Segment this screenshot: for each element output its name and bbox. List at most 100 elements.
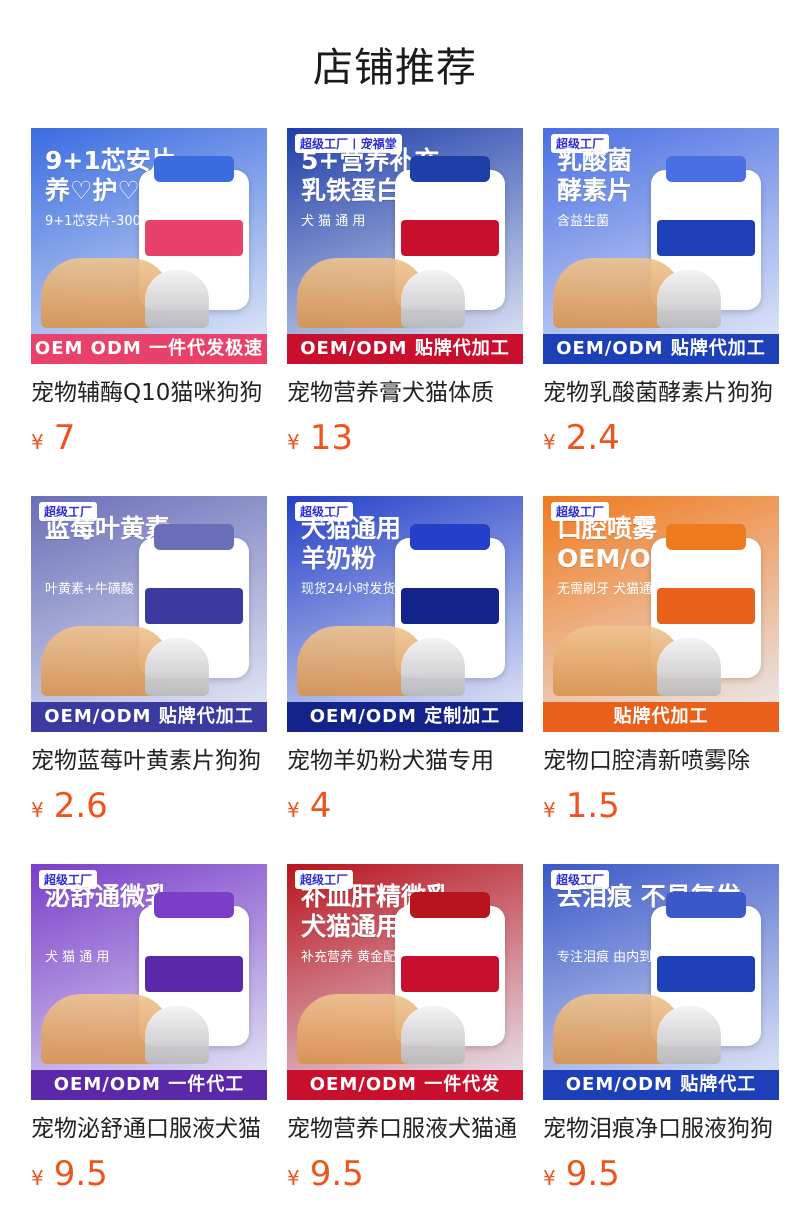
product-price: ¥9.5 [31,1154,267,1194]
product-image[interactable]: 超级工厂 口腔喷雾 OEM/ODM 无需刷牙 犬猫通用 贴牌代加工 [543,496,779,732]
currency-symbol: ¥ [287,798,300,822]
product-name[interactable]: 宠物营养口服液犬猫通 [287,1112,523,1146]
pets-illustration [297,994,465,1064]
bottle-label [401,220,499,256]
bottle-cap [154,156,234,182]
product-image[interactable]: 超级工厂 | 宠福堂 5+营养补充 乳铁蛋白营养膏 犬 猫 通 用 OEM/OD… [287,128,523,364]
product-name[interactable]: 宠物泪痕净口服液狗狗 [543,1112,779,1146]
product-card[interactable]: 超级工厂 口腔喷雾 OEM/ODM 无需刷牙 犬猫通用 贴牌代加工 宠物口腔清新… [543,496,779,831]
image-banner: OEM/ODM 一件代工 [31,1070,267,1100]
bottle-label [145,220,243,256]
image-banner: OEM/ODM 一件代发 [287,1070,523,1100]
currency-symbol: ¥ [543,798,556,822]
product-image[interactable]: 超级工厂 蓝莓叶黄素 叶黄素+牛磺酸 温和双重养护 OEM/ODM 贴牌代加工 [31,496,267,732]
page-title: 店铺推荐 [313,45,477,91]
image-banner: OEM/ODM 贴牌代加工 [31,702,267,732]
bottle-label [401,956,499,992]
bottle-cap [154,524,234,550]
bottle-cap [410,156,490,182]
product-name[interactable]: 宠物羊奶粉犬猫专用 [287,744,523,778]
currency-symbol: ¥ [31,1166,44,1190]
product-image[interactable]: 超级工厂 犬猫通用 羊奶粉 现货24小时发货 OEM/ODM 定制加工 [287,496,523,732]
image-subtext: 专注泪痕 由内到外 [557,950,666,965]
image-banner: OEM/ODM 贴牌代工 [543,1070,779,1100]
product-price: ¥13 [287,418,523,458]
product-price: ¥2.4 [543,418,779,458]
product-name[interactable]: 宠物泌舒通口服液犬猫 [31,1112,267,1146]
product-card[interactable]: 超级工厂 犬猫通用 羊奶粉 现货24小时发货 OEM/ODM 定制加工 宠物羊奶… [287,496,523,831]
image-banner: OEM/ODM 贴牌代加工 [287,334,523,364]
image-banner: OEM/ODM 贴牌代加工 [543,334,779,364]
product-name[interactable]: 宠物口腔清新喷雾除 [543,744,779,778]
pets-illustration [553,258,721,328]
currency-symbol: ¥ [543,430,556,454]
price-value: 9.5 [53,1154,108,1194]
bottle-label [657,588,755,624]
currency-symbol: ¥ [31,798,44,822]
image-banner: 贴牌代加工 [543,702,779,732]
bottle-label [145,956,243,992]
product-price: ¥1.5 [543,786,779,826]
image-subtext: 无需刷牙 犬猫通用 [557,582,666,597]
bottle-cap [666,156,746,182]
product-name[interactable]: 宠物辅酶Q10猫咪狗狗 [31,376,267,410]
product-card[interactable]: 超级工厂 蓝莓叶黄素 叶黄素+牛磺酸 温和双重养护 OEM/ODM 贴牌代加工 … [31,496,267,831]
pets-illustration [297,626,465,696]
bottle-cap [410,892,490,918]
product-card[interactable]: 超级工厂 泌舒通微乳 犬 猫 通 用 OEM/ODM 一件代工 宠物泌舒通口服液… [31,864,267,1199]
product-card[interactable]: 9+1芯安片 养♡护♡ 9+1芯安片-300片 OEM ODM 一件代发极速发货… [31,128,267,463]
product-name[interactable]: 宠物营养膏犬猫体质 [287,376,523,410]
product-price: ¥2.6 [31,786,267,826]
image-subtext: 9+1芯安片-300片 [45,214,154,229]
pets-illustration [553,994,721,1064]
product-card[interactable]: 超级工厂 乳酸菌 酵素片 含益生菌 OEM/ODM 贴牌代加工 宠物乳酸菌酵素片… [543,128,779,463]
product-card[interactable]: 超级工厂 | 宠福堂 5+营养补充 乳铁蛋白营养膏 犬 猫 通 用 OEM/OD… [287,128,523,463]
bottle-cap [410,524,490,550]
pets-illustration [41,258,209,328]
bottle-label [401,588,499,624]
product-name[interactable]: 宠物乳酸菌酵素片狗狗 [543,376,779,410]
product-price: ¥9.5 [543,1154,779,1194]
price-value: 2.4 [565,418,620,458]
image-subtext: 含益生菌 [557,214,610,229]
product-image[interactable]: 超级工厂 泌舒通微乳 犬 猫 通 用 OEM/ODM 一件代工 [31,864,267,1100]
product-grid: 9+1芯安片 养♡护♡ 9+1芯安片-300片 OEM ODM 一件代发极速发货… [31,128,779,1199]
product-card[interactable]: 超级工厂 补血肝精微乳 犬猫通用 补充营养 黄金配比 适口性佳 OEM/ODM … [287,864,523,1199]
product-name[interactable]: 宠物蓝莓叶黄素片狗狗 [31,744,267,778]
pets-illustration [41,994,209,1064]
bottle-label [657,220,755,256]
currency-symbol: ¥ [287,430,300,454]
product-price: ¥4 [287,786,523,826]
price-value: 9.5 [565,1154,620,1194]
product-card[interactable]: 超级工厂 去泪痕 不易复发 专注泪痕 由内到外 OEM/ODM 贴牌代工 宠物泪… [543,864,779,1199]
pets-illustration [297,258,465,328]
price-value: 4 [309,786,332,826]
image-subtext: 犬 猫 通 用 [301,214,366,229]
bottle-cap [154,892,234,918]
product-image[interactable]: 超级工厂 乳酸菌 酵素片 含益生菌 OEM/ODM 贴牌代加工 [543,128,779,364]
bottle-cap [666,892,746,918]
bottle-label [145,588,243,624]
price-value: 9.5 [309,1154,364,1194]
price-value: 13 [309,418,353,458]
image-headline: 乳酸菌 酵素片 [557,146,633,205]
price-value: 1.5 [565,786,620,826]
product-image[interactable]: 9+1芯安片 养♡护♡ 9+1芯安片-300片 OEM ODM 一件代发极速发货 [31,128,267,364]
currency-symbol: ¥ [287,1166,300,1190]
image-subtext: 犬 猫 通 用 [45,950,110,965]
currency-symbol: ¥ [31,430,44,454]
price-value: 7 [53,418,76,458]
image-subtext: 现货24小时发货 [301,582,396,597]
currency-symbol: ¥ [543,1166,556,1190]
product-image[interactable]: 超级工厂 补血肝精微乳 犬猫通用 补充营养 黄金配比 适口性佳 OEM/ODM … [287,864,523,1100]
pets-illustration [553,626,721,696]
image-banner: OEM/ODM 定制加工 [287,702,523,732]
image-headline: 犬猫通用 羊奶粉 [301,514,402,573]
product-price: ¥9.5 [287,1154,523,1194]
bottle-cap [666,524,746,550]
image-banner: OEM ODM 一件代发极速发货 [31,334,267,364]
product-price: ¥7 [31,418,267,458]
bottle-label [657,956,755,992]
price-value: 2.6 [53,786,108,826]
product-image[interactable]: 超级工厂 去泪痕 不易复发 专注泪痕 由内到外 OEM/ODM 贴牌代工 [543,864,779,1100]
